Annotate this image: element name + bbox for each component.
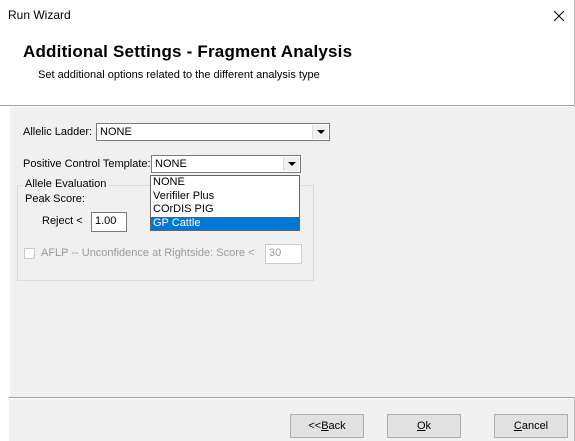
dropdown-option-verifiler-plus[interactable]: Verifiler Plus	[151, 190, 299, 204]
page-title: Additional Settings - Fragment Analysis	[23, 42, 353, 61]
run-wizard-window: Run Wizard Additional Settings - Fragmen…	[0, 0, 575, 441]
title-bar: Run Wizard	[0, 0, 574, 31]
back-button-label: ack	[328, 420, 346, 432]
dropdown-option-cordis-pig[interactable]: COrDIS PIG	[151, 203, 299, 217]
ok-button[interactable]: Ok	[387, 414, 461, 438]
peak-score-label: Peak Score:	[25, 193, 85, 205]
wizard-footer: << Back Ok Cancel	[9, 399, 574, 441]
aflp-score-input[interactable]: 30	[265, 244, 302, 264]
chevron-down-icon	[316, 129, 325, 134]
positive-control-dropdown-list: NONE Verifiler Plus COrDIS PIG GP Cattle	[150, 175, 300, 231]
allele-evaluation-title: Allele Evaluation	[23, 178, 109, 190]
allelic-ladder-select[interactable]: NONE	[96, 123, 330, 141]
close-button[interactable]	[544, 0, 574, 31]
window-title: Run Wizard	[8, 8, 71, 22]
positive-control-label: Positive Control Template:	[23, 158, 151, 170]
dropdown-option-none[interactable]: NONE	[151, 176, 299, 190]
ok-button-label: k	[425, 420, 432, 432]
allelic-ladder-value: NONE	[100, 126, 132, 138]
chevron-down-icon	[287, 161, 296, 166]
back-button[interactable]: << Back	[290, 414, 364, 438]
aflp-label: AFLP -- Unconfidence at Rightside: Score…	[41, 247, 255, 259]
cancel-button[interactable]: Cancel	[494, 414, 568, 438]
cancel-button-mnemonic: C	[513, 420, 522, 432]
dropdown-option-gp-cattle[interactable]: GP Cattle	[151, 216, 299, 230]
back-button-mnemonic: B	[321, 420, 329, 432]
close-icon	[553, 10, 565, 21]
allelic-ladder-dropdown-button[interactable]	[312, 125, 328, 139]
positive-control-value: NONE	[155, 158, 187, 170]
allelic-ladder-label: Allelic Ladder:	[23, 126, 93, 138]
settings-panel: Allelic Ladder: NONE Positive Control Te…	[9, 107, 575, 397]
reject-score-input[interactable]: 1.00	[91, 212, 127, 232]
back-button-prefix: <<	[308, 420, 322, 432]
ok-button-mnemonic: O	[416, 420, 426, 432]
page-subtitle: Set additional options related to the di…	[38, 69, 320, 81]
aflp-checkbox[interactable]	[24, 248, 35, 259]
wizard-header: Additional Settings - Fragment Analysis …	[0, 31, 574, 105]
cancel-button-label: ancel	[521, 420, 549, 432]
reject-label: Reject <	[42, 215, 83, 227]
positive-control-dropdown-button[interactable]	[283, 157, 299, 171]
positive-control-select[interactable]: NONE	[151, 155, 301, 173]
